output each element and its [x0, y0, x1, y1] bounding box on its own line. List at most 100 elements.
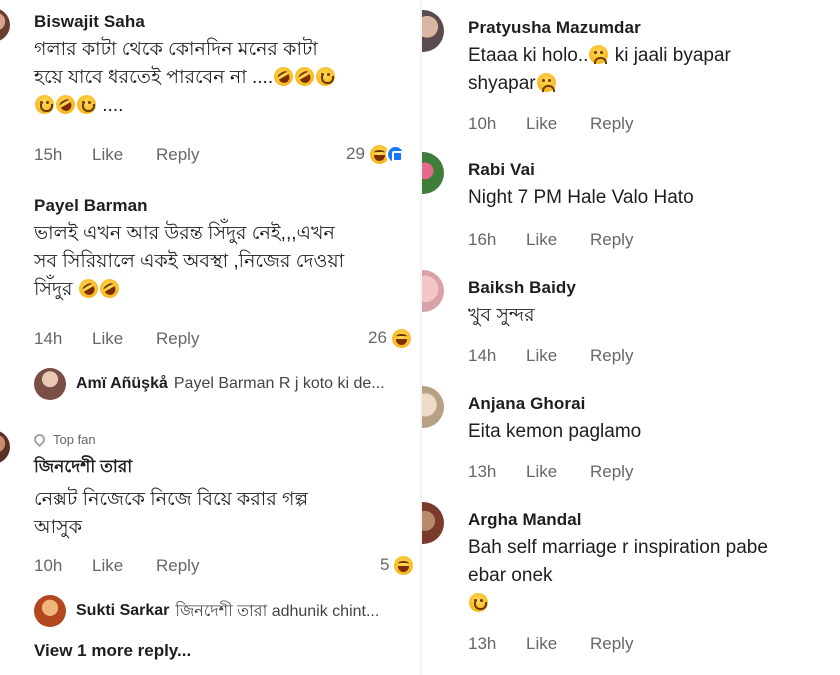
comment-author-name[interactable]: Baiksh Baidy [468, 278, 838, 298]
comment-author-name[interactable]: জিনদেশী তারা [34, 454, 414, 482]
avatar [34, 595, 66, 627]
comment-rabi-vai: Rabi Vai Night 7 PM Hale Valo Hato [468, 160, 838, 212]
comment-text: Bah self marriage r inspiration pabe eba… [468, 534, 838, 618]
comment-timestamp[interactable]: 14h [34, 329, 92, 349]
comment-text-line: ki jaali byapar [614, 45, 731, 66]
rofl-emoji-icon [270, 63, 297, 90]
comment-text-line: আসুক [34, 517, 83, 538]
comment-actions: 15h Like Reply [34, 145, 199, 165]
comment-jindeshi-tara: জিনদেশী তারা নেক্সট নিজেকে নিজে বিয়ে কর… [34, 454, 414, 542]
rofl-emoji-icon [52, 91, 79, 118]
haha-reaction-icon [394, 555, 414, 575]
like-button[interactable]: Like [92, 145, 156, 165]
smiling-emoji-icon [469, 593, 488, 612]
comment-argha-mandal: Argha Mandal Bah self marriage r inspira… [468, 510, 838, 618]
comment-text: Night 7 PM Hale Valo Hato [468, 187, 694, 208]
right-comment-column: Pratyusha Mazumdar Etaaa ki holo.. ki ja… [422, 0, 840, 675]
comment-author-name[interactable]: Rabi Vai [468, 160, 838, 180]
reply-snippet: জিনদেশী তারা adhunik chint... [175, 602, 380, 620]
reply-button[interactable]: Reply [590, 346, 633, 366]
reaction-count: 5 [380, 555, 390, 574]
comment-author-name[interactable]: Payel Barman [34, 196, 414, 216]
rofl-emoji-icon [291, 63, 318, 90]
reaction-summary[interactable]: 29 [346, 144, 405, 164]
comment-payel-barman: Payel Barman ভালই এখন আর উরন্ত সিঁদুর নে… [34, 196, 414, 304]
like-button[interactable]: Like [92, 329, 156, 349]
like-button[interactable]: Like [526, 114, 590, 134]
reply-author-name[interactable]: Sukti Sarkar [76, 602, 169, 620]
reaction-count: 29 [346, 144, 365, 163]
reply-preview[interactable]: Sukti Sarkar জিনদেশী তারা adhunik chint.… [34, 595, 379, 627]
sad-emoji-icon [536, 73, 556, 92]
badge-label: Top fan [53, 432, 96, 447]
comment-author-name[interactable]: Argha Mandal [468, 510, 838, 530]
like-reaction-icon [385, 144, 405, 164]
comment-text: ভালই এখন আর উরন্ত সিঁদুর নেই,,,এখন সব সি… [34, 220, 414, 304]
reaction-summary[interactable]: 26 [368, 328, 412, 348]
comment-author-name[interactable]: Pratyusha Mazumdar [468, 18, 838, 38]
comment-text: নেক্সট নিজেকে নিজে বিয়ে করার গল্প আসুক [34, 486, 414, 542]
like-button[interactable]: Like [526, 230, 590, 250]
comment-actions: 14h Like Reply [468, 346, 633, 366]
comment-text: গলার কাটা থেকে কোনদিন মনের কাটা হয়ে যাব… [34, 36, 414, 120]
reaction-summary[interactable]: 5 [380, 555, 414, 575]
comment-actions: 13h Like Reply [468, 462, 633, 482]
comment-biswajit-saha: Biswajit Saha গলার কাটা থেকে কোনদিন মনের… [34, 12, 414, 120]
like-button[interactable]: Like [526, 462, 590, 482]
comment-actions: 16h Like Reply [468, 230, 633, 250]
grinning-emoji-icon [316, 67, 336, 86]
comment-text-line: গলার কাটা থেকে কোনদিন মনের কাটা [34, 39, 318, 60]
comment-text-line: ভালই এখন আর উরন্ত সিঁদুর নেই,,,এখন [34, 223, 335, 244]
reply-preview[interactable]: Amï Añüşkå Payel Barman R j koto ki de..… [34, 368, 385, 400]
comment-actions: 10h Like Reply [468, 114, 633, 134]
reply-button[interactable]: Reply [156, 329, 199, 349]
comment-text-line: .... [102, 95, 124, 116]
comment-anjana-ghorai: Anjana Ghorai Eita kemon paglamo [468, 394, 838, 446]
avatar [34, 368, 66, 400]
reply-button[interactable]: Reply [590, 114, 633, 134]
comment-text: Eita kemon paglamo [468, 421, 642, 442]
rofl-emoji-icon [96, 275, 123, 302]
comment-text: খুব সুন্দর [468, 305, 535, 326]
reply-author-name[interactable]: Amï Añüşkå [76, 375, 168, 393]
comment-baiksh-baidy: Baiksh Baidy খুব সুন্দর [468, 278, 838, 330]
comment-text-line: সব সিরিয়ালে একই অবস্থা ,নিজের দেওয়া [34, 251, 345, 272]
comment-text: Etaaa ki holo.. ki jaali byapar shyapar [468, 42, 838, 98]
reply-button[interactable]: Reply [156, 556, 199, 576]
grinning-emoji-icon [35, 95, 54, 114]
comment-author-name[interactable]: Biswajit Saha [34, 12, 414, 32]
reply-button[interactable]: Reply [590, 634, 633, 654]
comment-timestamp[interactable]: 13h [468, 462, 526, 482]
reply-button[interactable]: Reply [590, 230, 633, 250]
left-comment-column: Biswajit Saha গলার কাটা থেকে কোনদিন মনের… [0, 0, 420, 675]
comment-timestamp[interactable]: 13h [468, 634, 526, 654]
top-fan-badge: Top fan [31, 431, 96, 448]
avatar[interactable] [422, 386, 444, 428]
comment-text-line: নেক্সট নিজেকে নিজে বিয়ে করার গল্প [34, 489, 309, 510]
reply-button[interactable]: Reply [156, 145, 199, 165]
rofl-emoji-icon [75, 275, 102, 302]
view-more-replies-link[interactable]: View 1 more reply... [34, 641, 191, 661]
reply-snippet: Payel Barman R j koto ki de... [173, 375, 385, 392]
like-button[interactable]: Like [526, 346, 590, 366]
avatar[interactable] [422, 152, 444, 194]
comment-pratyusha-mazumdar: Pratyusha Mazumdar Etaaa ki holo.. ki ja… [468, 18, 838, 98]
comment-text-line: Bah self marriage r inspiration pabe [468, 537, 768, 558]
comment-timestamp[interactable]: 10h [34, 556, 92, 576]
comment-timestamp[interactable]: 10h [468, 114, 526, 134]
comment-author-name[interactable]: Anjana Ghorai [468, 394, 838, 414]
like-button[interactable]: Like [92, 556, 156, 576]
reply-button[interactable]: Reply [590, 462, 633, 482]
comment-text-line: ebar onek [468, 565, 553, 586]
comment-timestamp[interactable]: 14h [468, 346, 526, 366]
avatar[interactable] [422, 502, 444, 544]
avatar[interactable] [422, 270, 444, 312]
avatar[interactable] [422, 10, 444, 52]
comment-timestamp[interactable]: 16h [468, 230, 526, 250]
comment-text-line: সিঁদুর [34, 279, 73, 300]
comment-timestamp[interactable]: 15h [34, 145, 92, 165]
comment-actions: 10h Like Reply [34, 556, 199, 576]
comment-text-line: shyapar [468, 73, 536, 94]
comment-actions: 14h Like Reply [34, 329, 199, 349]
like-button[interactable]: Like [526, 634, 590, 654]
